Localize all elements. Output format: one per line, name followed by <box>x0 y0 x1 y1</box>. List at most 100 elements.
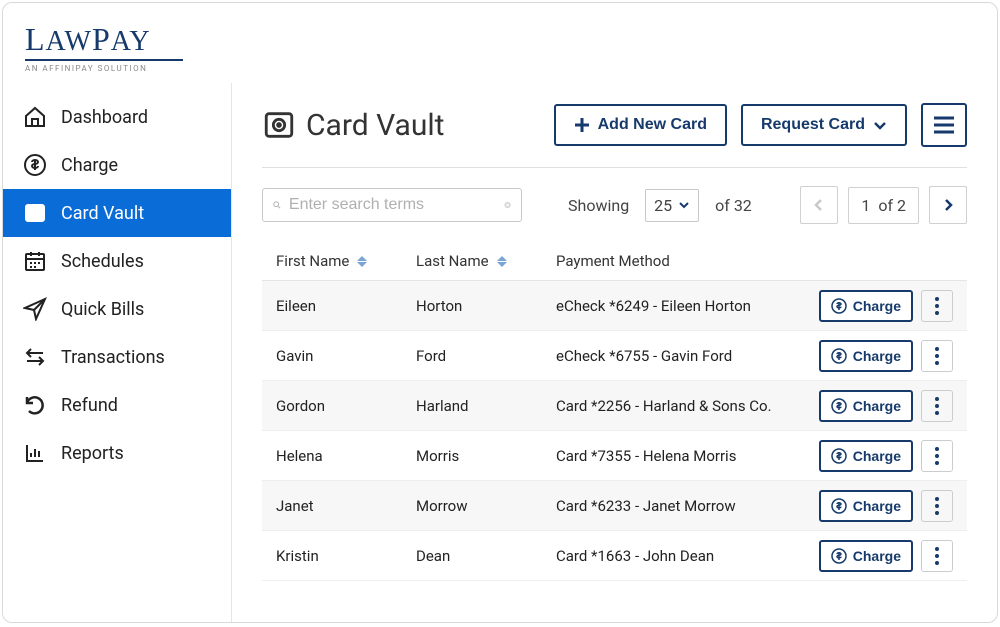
table-row: EileenHortoneCheck *6249 - Eileen Horton… <box>262 281 967 331</box>
kebab-icon <box>935 397 939 415</box>
search-input[interactable] <box>289 196 496 214</box>
charge-button[interactable]: Charge <box>819 490 913 522</box>
sidebar-item-dashboard[interactable]: Dashboard <box>3 93 231 141</box>
button-label: Charge <box>853 498 901 514</box>
chevron-down-icon <box>873 118 887 132</box>
card-table: First Name Last Name Payment Method Eile… <box>262 242 967 622</box>
sidebar-item-card-vault[interactable]: Card Vault <box>3 189 231 237</box>
row-menu-button[interactable] <box>921 390 953 422</box>
cell-last-name: Morrow <box>416 497 556 515</box>
sidebar-item-schedules[interactable]: Schedules <box>3 237 231 285</box>
cell-last-name: Dean <box>416 547 556 565</box>
sidebar-item-label: Schedules <box>61 251 144 272</box>
cell-first-name: Kristin <box>276 547 416 565</box>
cell-first-name: Gordon <box>276 397 416 415</box>
prev-page-button[interactable] <box>800 186 838 224</box>
logo: LAWPAY AN AFFINIPAY SOLUTION <box>25 21 975 73</box>
chevron-right-icon <box>942 198 954 212</box>
content: Card Vault Add New Card Request Card <box>231 83 997 622</box>
row-menu-button[interactable] <box>921 540 953 572</box>
cell-first-name: Janet <box>276 497 416 515</box>
home-icon <box>23 105 47 129</box>
sidebar-item-reports[interactable]: Reports <box>3 429 231 477</box>
add-new-card-button[interactable]: Add New Card <box>554 104 727 146</box>
page-title-text: Card Vault <box>306 108 445 143</box>
cell-last-name: Harland <box>416 397 556 415</box>
menu-button[interactable] <box>921 103 967 147</box>
sidebar-item-label: Card Vault <box>61 203 144 224</box>
sidebar-item-label: Reports <box>61 443 124 464</box>
logo-tagline: AN AFFINIPAY SOLUTION <box>25 64 975 73</box>
col-label: Last Name <box>416 252 489 270</box>
dollar-icon <box>23 153 47 177</box>
charge-button[interactable]: Charge <box>819 340 913 372</box>
chevron-left-icon <box>813 198 825 212</box>
request-card-button[interactable]: Request Card <box>741 104 907 146</box>
charge-button[interactable]: Charge <box>819 540 913 572</box>
undo-icon <box>23 393 47 417</box>
table-row: GavinFordeCheck *6755 - Gavin Ford Charge <box>262 331 967 381</box>
dollar-icon <box>831 298 847 314</box>
dollar-icon <box>831 498 847 514</box>
showing-label: Showing <box>568 196 629 215</box>
row-menu-button[interactable] <box>921 290 953 322</box>
button-label: Request Card <box>761 116 865 134</box>
current-page: 1 <box>861 196 870 215</box>
button-label: Charge <box>853 348 901 364</box>
row-menu-button[interactable] <box>921 340 953 372</box>
row-menu-button[interactable] <box>921 440 953 472</box>
col-last-name[interactable]: Last Name <box>416 252 556 270</box>
sidebar-item-quick-bills[interactable]: Quick Bills <box>3 285 231 333</box>
col-first-name[interactable]: First Name <box>276 252 416 270</box>
dollar-icon <box>831 398 847 414</box>
button-label: Charge <box>853 448 901 464</box>
sidebar-item-label: Quick Bills <box>61 299 144 320</box>
search-box[interactable] <box>262 188 522 222</box>
dollar-icon <box>831 548 847 564</box>
table-row: KristinDeanCard *1663 - John DeanCharge <box>262 531 967 581</box>
charge-button[interactable]: Charge <box>819 440 913 472</box>
page-indicator: 1 of 2 <box>848 187 919 224</box>
row-menu-button[interactable] <box>921 490 953 522</box>
kebab-icon <box>935 347 939 365</box>
logo-text: LAWPAY <box>25 21 975 58</box>
bar-chart-icon <box>23 441 47 465</box>
cell-last-name: Ford <box>416 347 556 365</box>
page-title: Card Vault <box>262 108 540 143</box>
cell-payment-method: Card *6233 - Janet Morrow <box>556 497 803 515</box>
sidebar-item-transactions[interactable]: Transactions <box>3 333 231 381</box>
total-pages: of 2 <box>878 196 906 215</box>
vault-icon <box>23 201 47 225</box>
paging-total: of 32 <box>715 196 752 215</box>
plus-icon <box>574 117 590 133</box>
button-label: Charge <box>853 298 901 314</box>
cell-payment-method: eCheck *6755 - Gavin Ford <box>556 347 803 365</box>
button-label: Charge <box>853 548 901 564</box>
dollar-icon <box>831 348 847 364</box>
cell-first-name: Gavin <box>276 347 416 365</box>
clear-icon[interactable] <box>504 196 511 214</box>
cell-first-name: Helena <box>276 447 416 465</box>
table-row: GordonHarlandCard *2256 - Harland & Sons… <box>262 381 967 431</box>
dollar-icon <box>831 448 847 464</box>
paper-plane-icon <box>23 297 47 321</box>
sidebar-item-charge[interactable]: Charge <box>3 141 231 189</box>
kebab-icon <box>935 497 939 515</box>
swap-icon <box>23 345 47 369</box>
cell-first-name: Eileen <box>276 297 416 315</box>
page-size-select[interactable]: 25 <box>645 189 699 222</box>
table-row: JanetMorrowCard *6233 - Janet Morrow Char… <box>262 481 967 531</box>
cell-last-name: Horton <box>416 297 556 315</box>
sidebar-item-refund[interactable]: Refund <box>3 381 231 429</box>
charge-button[interactable]: Charge <box>819 390 913 422</box>
button-label: Add New Card <box>598 116 707 134</box>
sidebar-item-label: Dashboard <box>61 107 148 128</box>
kebab-icon <box>935 547 939 565</box>
sort-icon <box>357 256 367 267</box>
charge-button[interactable]: Charge <box>819 290 913 322</box>
sidebar-item-label: Transactions <box>61 347 165 368</box>
next-page-button[interactable] <box>929 186 967 224</box>
vault-icon <box>262 108 296 142</box>
search-icon <box>273 195 281 215</box>
table-header: First Name Last Name Payment Method <box>262 242 967 281</box>
